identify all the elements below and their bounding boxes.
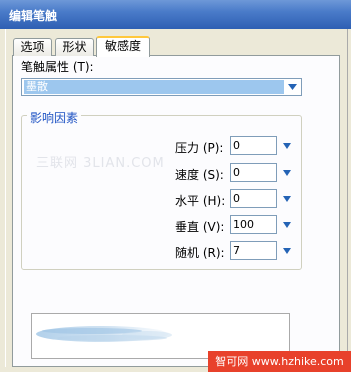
site-badge: 智可网 www.hzhike.com bbox=[208, 351, 351, 372]
vertical-arrow-icon[interactable] bbox=[282, 220, 292, 230]
speed-label: 速度 (S): bbox=[175, 168, 224, 182]
pressure-label: 压力 (P): bbox=[175, 141, 224, 155]
pressure-arrow-icon[interactable] bbox=[282, 141, 292, 151]
horizontal-arrow-icon[interactable] bbox=[282, 194, 292, 204]
tab-options[interactable]: 选项 bbox=[13, 38, 52, 56]
speed-arrow-icon[interactable] bbox=[282, 168, 292, 178]
chevron-down-icon[interactable] bbox=[285, 80, 300, 94]
pressure-input[interactable]: 0 bbox=[230, 136, 277, 155]
tab-sensitivity[interactable]: 敏感度 bbox=[96, 36, 150, 57]
window-title: 编辑笔触 bbox=[9, 9, 58, 23]
tip-attribute-value: 墨散 bbox=[24, 80, 284, 94]
speed-input[interactable]: 0 bbox=[230, 163, 277, 182]
horizontal-label: 水平 (H): bbox=[175, 194, 226, 208]
tab-label: 形状 bbox=[62, 40, 87, 54]
watermark: 三联网 3LIAN.COM bbox=[36, 156, 165, 171]
horizontal-input[interactable]: 0 bbox=[230, 189, 277, 208]
vertical-label: 垂直 (V): bbox=[175, 220, 225, 234]
tab-label: 敏感度 bbox=[104, 39, 141, 53]
influence-group-title: 影响因素 bbox=[27, 109, 82, 126]
random-arrow-icon[interactable] bbox=[282, 246, 292, 256]
tip-attribute-select[interactable]: 墨散 bbox=[21, 78, 302, 96]
vertical-input[interactable]: 100 bbox=[230, 215, 277, 234]
title-bar[interactable]: 编辑笔触 bbox=[0, 0, 351, 29]
tip-attribute-label: 笔触属性 (T): bbox=[21, 60, 94, 74]
random-input[interactable]: 7 bbox=[230, 241, 277, 260]
tab-shape[interactable]: 形状 bbox=[55, 38, 94, 56]
tab-label: 选项 bbox=[20, 40, 45, 54]
random-label: 随机 (R): bbox=[175, 246, 225, 260]
